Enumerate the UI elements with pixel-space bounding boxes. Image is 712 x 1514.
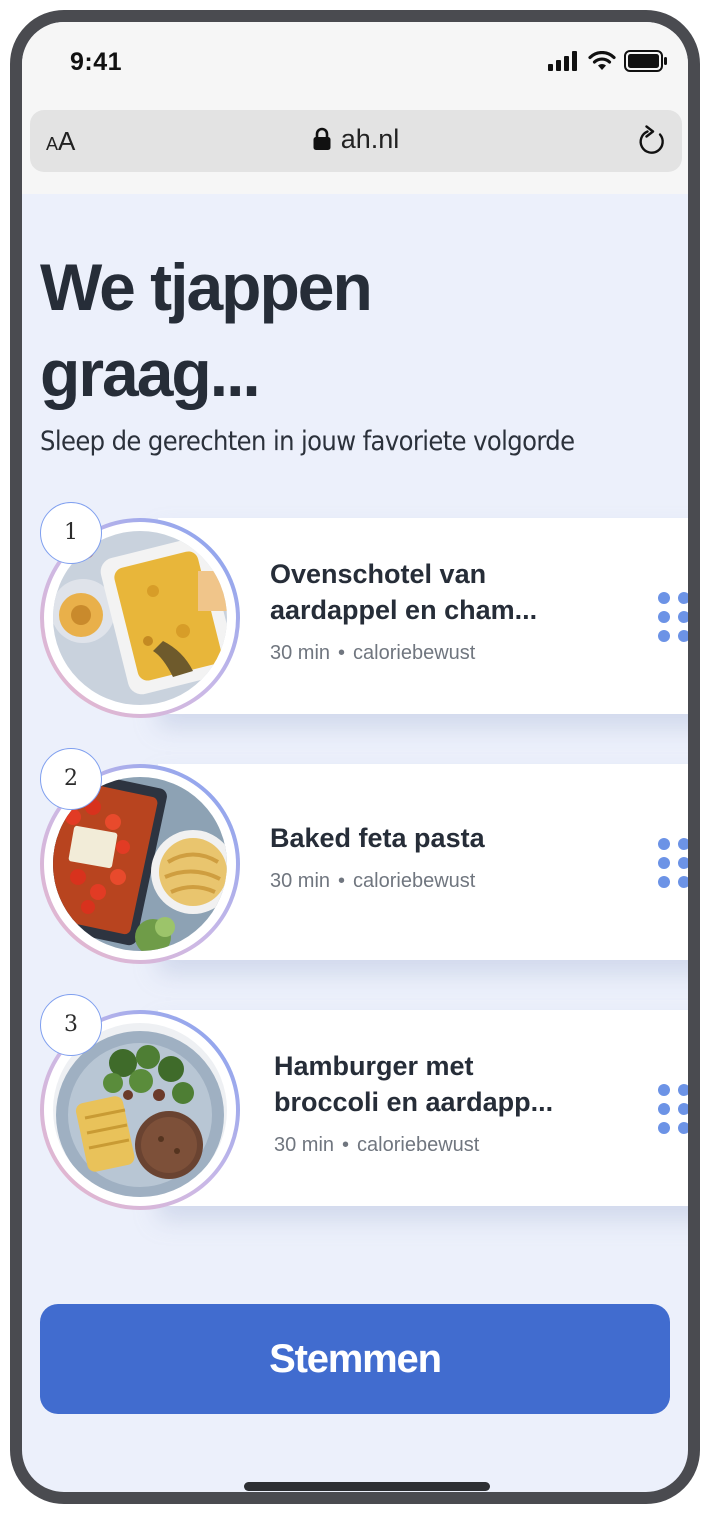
recipe-time: 30 min — [270, 870, 331, 892]
recipe-tag: caloriebewust — [353, 642, 476, 664]
recipe-tag: caloriebewust — [353, 870, 476, 892]
drag-handle-icon[interactable] — [658, 838, 688, 888]
recipe-meta: 30 min • caloriebewust — [274, 1134, 479, 1157]
recipe-tag: caloriebewust — [357, 1134, 480, 1156]
recipe-meta: 30 min • caloriebewust — [270, 642, 475, 665]
page-subtitle: Sleep de gerechten in jouw favoriete vol… — [40, 426, 575, 457]
drag-handle-icon[interactable] — [658, 592, 688, 642]
recipe-time: 30 min — [270, 642, 331, 664]
recipe-title: Baked feta pasta — [270, 823, 485, 853]
meta-separator: • — [338, 870, 346, 892]
recipe-card[interactable]: 2 Baked feta pasta 30 min • caloriebewust — [40, 748, 688, 964]
rank-badge: 2 — [40, 748, 102, 810]
address-bar[interactable]: AA ah.nl — [30, 110, 682, 172]
page-title: We tjappen graag... — [40, 250, 373, 410]
rank-badge: 1 — [40, 502, 102, 564]
vote-button[interactable]: Stemmen — [40, 1304, 670, 1414]
browser-chrome: 9:41 AA ah.nl — [22, 22, 688, 194]
home-indicator[interactable] — [244, 1482, 490, 1491]
recipe-card[interactable]: 1 Ovenschotel van aardappel en cham... 3… — [40, 502, 688, 718]
url-text: ah.nl — [340, 124, 400, 154]
battery-icon — [624, 50, 667, 72]
rank-badge: 3 — [40, 994, 102, 1056]
signal-icon — [548, 51, 577, 71]
recipe-title: Ovenschotel van aardappel en cham... — [270, 559, 538, 625]
lock-icon — [313, 127, 331, 158]
recipe-meta: 30 min • caloriebewust — [270, 870, 475, 893]
meta-separator: • — [342, 1134, 350, 1156]
meta-separator: • — [338, 642, 346, 664]
url-display[interactable]: ah.nl — [30, 124, 682, 158]
recipe-card[interactable]: 3 Hamburger met broccoli en aardapp... 3… — [40, 994, 688, 1210]
phone-frame: 9:41 AA ah.nl We tjappen graag... Sleep … — [10, 10, 700, 1504]
wifi-icon — [588, 51, 616, 70]
status-icons — [548, 50, 668, 72]
reload-icon[interactable] — [636, 124, 668, 163]
recipe-title: Hamburger met broccoli en aardapp... — [274, 1051, 554, 1117]
drag-handle-icon[interactable] — [658, 1084, 688, 1134]
status-time: 9:41 — [70, 48, 123, 76]
recipe-time: 30 min — [274, 1134, 335, 1156]
